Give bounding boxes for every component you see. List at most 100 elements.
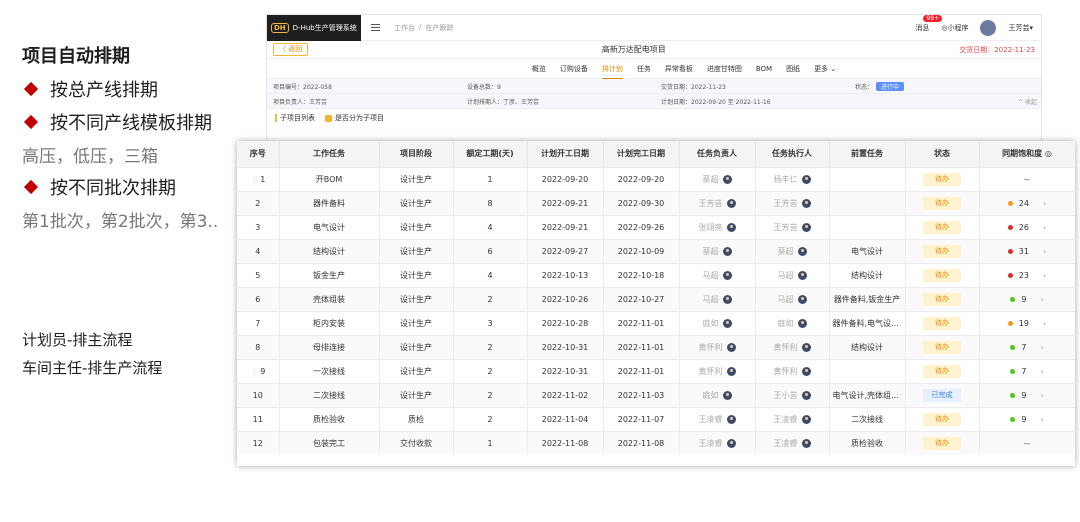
task-owner[interactable]: 王凌睿 [679, 430, 756, 455]
table-row[interactable]: 4 结构设计 设计生产 6 2022-09-27 2022-10-09 葵超 葵超 电气设计 待办… [237, 238, 1075, 263]
task-owner[interactable]: 马超 [679, 262, 756, 287]
table-row[interactable]: 12 包装完工 交付收款 1 2022-11-08 2022-11-08 王凌睿 王凌睿 质检验… [237, 430, 1075, 455]
breadcrumb-current[interactable]: 在产跟踪 [425, 23, 453, 33]
status-badge[interactable]: 待办 [923, 220, 961, 234]
task-owner[interactable]: 黄怀利 [679, 334, 756, 359]
tab-exceptions[interactable]: 异常看板 [665, 59, 693, 79]
tab-gantt[interactable]: 进度甘特图 [707, 59, 742, 79]
person-chip: 马超 [703, 270, 732, 281]
task-owner[interactable]: 葵超 [679, 166, 756, 191]
tab-drawings[interactable]: 图纸 [786, 59, 800, 79]
status-badge[interactable]: 待办 [923, 316, 961, 330]
chevron-right-icon[interactable]: › [1043, 223, 1046, 232]
status-badge[interactable]: 待办 [923, 364, 961, 378]
chevron-right-icon[interactable]: › [1043, 319, 1046, 328]
table-row[interactable]: 5 钣金生产 设计生产 4 2022-10-13 2022-10-18 马超 马超 结构设计 待办… [237, 262, 1075, 287]
split-subproject-checkbox[interactable]: 是否分为子项目 [325, 113, 384, 123]
collapse-button[interactable]: ^ 收起 [1018, 97, 1037, 106]
mini-program-button[interactable]: ◎小程序 [941, 23, 968, 33]
status-badge[interactable]: 待办 [923, 268, 961, 282]
table-row[interactable]: 7 柜内安装 设计生产 3 2022-10-28 2022-11-01 庭如 庭如 器件备料,电… [237, 310, 1075, 335]
task-executor[interactable]: 庭如 [755, 310, 830, 335]
user-menu[interactable]: 王芳芸▾ [1008, 23, 1033, 33]
table-row[interactable]: 11 质检验收 质检 2 2022-11-04 2022-11-07 王凌睿 王凌睿 二次接线 待… [237, 406, 1075, 431]
task-name: 质检验收 [279, 406, 380, 431]
saturation-dot-icon [1010, 296, 1016, 302]
status-badge[interactable]: 待办 [923, 172, 961, 186]
table-row[interactable]: ⋮ 1 开BOM 设计生产 1 2022-09-20 2022-09-20 葵超 杨丰仁 待办 -- [237, 166, 1075, 191]
row-index-text: 12 [252, 438, 263, 448]
task-state: 待办 [905, 406, 980, 431]
diamond-bullet-icon [23, 114, 39, 130]
table-row[interactable]: 8 母排连接 设计生产 2 2022-10-31 2022-11-01 黄怀利 黄怀利 结构设计… [237, 334, 1075, 359]
task-executor[interactable]: 杨丰仁 [755, 166, 830, 191]
tab-tasks[interactable]: 任务 [637, 59, 651, 79]
task-executor[interactable]: 黄怀利 [755, 334, 830, 359]
task-owner[interactable]: 葵超 [679, 238, 756, 263]
task-executor[interactable]: 王凌睿 [755, 430, 830, 455]
project-stage: 设计生产 [379, 286, 454, 311]
task-owner[interactable]: 王芳芸 [679, 190, 756, 215]
task-executor[interactable]: 马超 [755, 262, 830, 287]
drag-handle-icon[interactable]: ⋮ [250, 175, 258, 184]
chevron-right-icon[interactable]: › [1043, 199, 1046, 208]
chevron-right-icon[interactable]: › [1043, 247, 1046, 256]
table-row[interactable]: 10 二次接线 设计生产 2 2022-11-02 2022-11-03 庭如 王小芸 电气设计… [237, 382, 1075, 407]
saturation: 24 › [979, 190, 1075, 215]
app-logo[interactable]: DH D-Hub生产管理系统 [267, 14, 361, 41]
person-name: 王凌睿 [698, 438, 723, 448]
chevron-right-icon[interactable]: › [1043, 271, 1046, 280]
task-state: 待办 [905, 238, 980, 263]
task-owner[interactable]: 王凌睿 [679, 406, 756, 431]
saturation-dot-icon [1007, 224, 1013, 230]
tab-overview[interactable]: 概览 [532, 59, 546, 79]
plan-start: 2022-09-27 [527, 238, 604, 263]
rated-duration: 2 [453, 358, 528, 383]
drag-handle-icon[interactable]: ⋮ [250, 367, 258, 376]
task-executor[interactable]: 马超 [755, 286, 830, 311]
table-row[interactable]: 3 电气设计 设计生产 4 2022-09-21 2022-09-26 张翊亮 王芳芸 待办 26… [237, 214, 1075, 239]
tab-schedule[interactable]: 排计划 [601, 59, 623, 79]
task-executor[interactable]: 王芳芸 [755, 214, 830, 239]
status-badge[interactable]: 待办 [923, 436, 961, 450]
plan-end: 2022-11-01 [603, 310, 680, 335]
project-stage: 交付收款 [379, 430, 454, 455]
sub-project-list-toggle[interactable]: 子项目列表 [275, 113, 315, 123]
table-row[interactable]: 2 器件备料 设计生产 8 2022-09-21 2022-09-30 王芳芸 王芳芸 待办 24… [237, 190, 1075, 215]
task-owner[interactable]: 马超 [679, 286, 756, 311]
menu-toggle-icon[interactable] [371, 24, 380, 31]
status-badge[interactable]: 待办 [923, 340, 961, 354]
task-executor[interactable]: 王芳芸 [755, 190, 830, 215]
chevron-right-icon[interactable]: › [1040, 415, 1043, 424]
top-bar: DH D-Hub生产管理系统 工作台 / 在产跟踪 消息 99+ ◎小程序 王芳… [267, 14, 1041, 41]
task-owner[interactable]: 庭如 [679, 382, 756, 407]
chevron-right-icon[interactable]: › [1040, 391, 1043, 400]
breadcrumb-home[interactable]: 工作台 [394, 23, 415, 33]
messages-button[interactable]: 消息 99+ [915, 14, 943, 33]
task-executor[interactable]: 黄怀利 [755, 358, 830, 383]
tab-bom[interactable]: BOM [756, 59, 772, 79]
chevron-right-icon[interactable]: › [1040, 367, 1043, 376]
status-badge[interactable]: 待办 [923, 412, 961, 426]
task-owner[interactable]: 庭如 [679, 310, 756, 335]
status-badge[interactable]: 已完成 [923, 388, 961, 402]
row-index-text: 6 [255, 294, 261, 304]
back-button[interactable]: 〈 返回 [273, 43, 309, 56]
tab-ordered-devices[interactable]: 订购设备 [560, 59, 588, 79]
task-executor[interactable]: 王凌睿 [755, 406, 830, 431]
task-owner[interactable]: 张翊亮 [679, 214, 756, 239]
table-row[interactable]: ⋮ 9 一次接线 设计生产 2 2022-10-31 2022-11-01 黄怀利 黄怀利 待办 7… [237, 358, 1075, 383]
user-avatar[interactable] [980, 19, 997, 36]
status-badge[interactable]: 待办 [923, 292, 961, 306]
status-badge[interactable]: 待办 [923, 244, 961, 258]
row-index: 2 [237, 190, 280, 215]
chevron-right-icon[interactable]: › [1040, 295, 1043, 304]
plan-start: 2022-11-04 [527, 406, 604, 431]
task-executor[interactable]: 葵超 [755, 238, 830, 263]
table-row[interactable]: 6 壳体组装 设计生产 2 2022-10-26 2022-10-27 马超 马超 器件备料,钣… [237, 286, 1075, 311]
task-owner[interactable]: 黄怀利 [679, 358, 756, 383]
chevron-right-icon[interactable]: › [1040, 343, 1043, 352]
task-executor[interactable]: 王小芸 [755, 382, 830, 407]
status-badge[interactable]: 待办 [923, 196, 961, 210]
tab-more[interactable]: 更多 ⌄ [814, 59, 836, 79]
